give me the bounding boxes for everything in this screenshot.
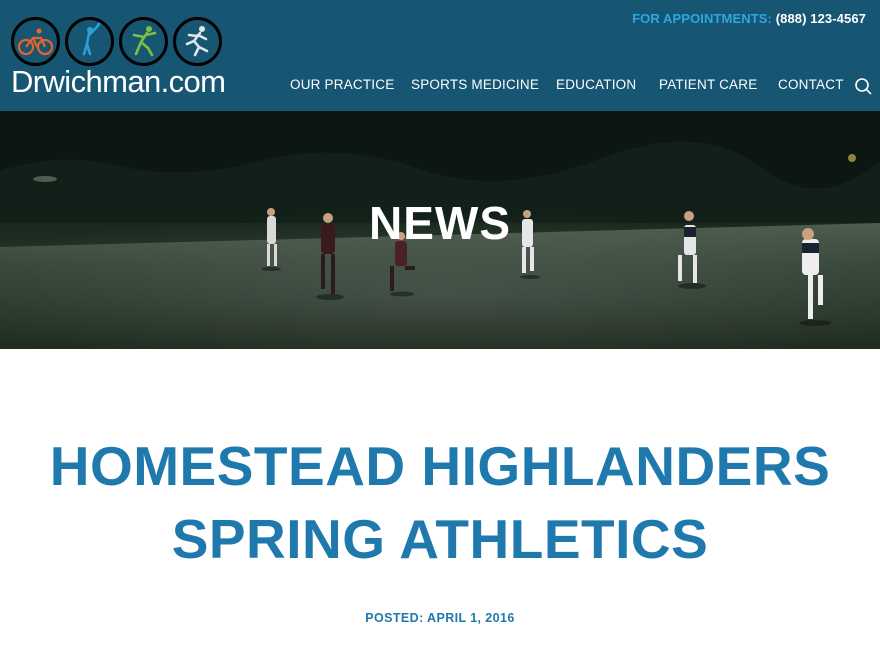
search-icon[interactable]	[853, 76, 873, 96]
running-icon	[173, 17, 222, 66]
article-title: HOMESTEAD HIGHLANDERS SPRING ATHLETICS	[40, 430, 840, 576]
cycling-icon	[11, 17, 60, 66]
nav-our-practice[interactable]: OUR PRACTICE	[290, 77, 394, 92]
nav-contact[interactable]: CONTACT	[778, 77, 844, 92]
appointments-phone[interactable]: (888) 123-4567	[776, 11, 866, 26]
article-title-line-1: HOMESTEAD HIGHLANDERS	[49, 435, 831, 497]
main-nav: OUR PRACTICE SPORTS MEDICINE EDUCATION P…	[0, 77, 880, 97]
appointments-label: FOR APPOINTMENTS:	[632, 11, 772, 26]
site-header: Drwichman.com FOR APPOINTMENTS: (888) 12…	[0, 0, 880, 111]
posted-date: POSTED: APRIL 1, 2016	[365, 611, 515, 625]
dance-icon	[119, 17, 168, 66]
hero-banner: NEWS	[0, 111, 880, 349]
article-title-line-2: SPRING ATHLETICS	[171, 508, 709, 570]
nav-sports-medicine[interactable]: SPORTS MEDICINE	[411, 77, 539, 92]
nav-patient-care[interactable]: PATIENT CARE	[659, 77, 757, 92]
nav-education[interactable]: EDUCATION	[556, 77, 636, 92]
hero-title: NEWS	[369, 197, 511, 249]
appointments-info: FOR APPOINTMENTS: (888) 123-4567	[632, 11, 866, 26]
golf-icon	[65, 17, 114, 66]
